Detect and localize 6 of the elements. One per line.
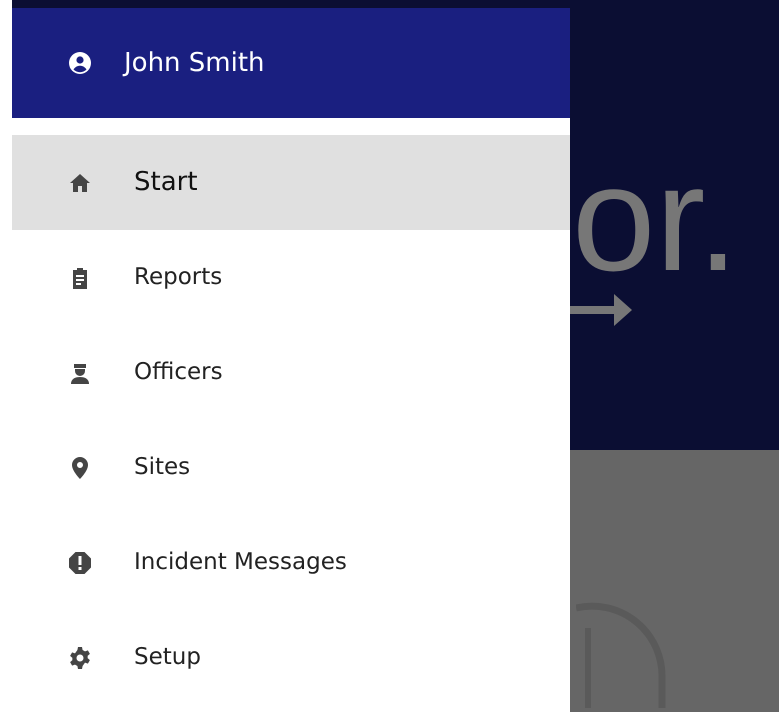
settings-icon: [68, 646, 92, 670]
user-name: John Smith: [124, 46, 265, 80]
alert-icon: [68, 550, 92, 574]
user-icon: [68, 51, 92, 75]
menu-item[interactable]: Start: [12, 135, 570, 230]
logo-text: or.: [572, 143, 739, 293]
